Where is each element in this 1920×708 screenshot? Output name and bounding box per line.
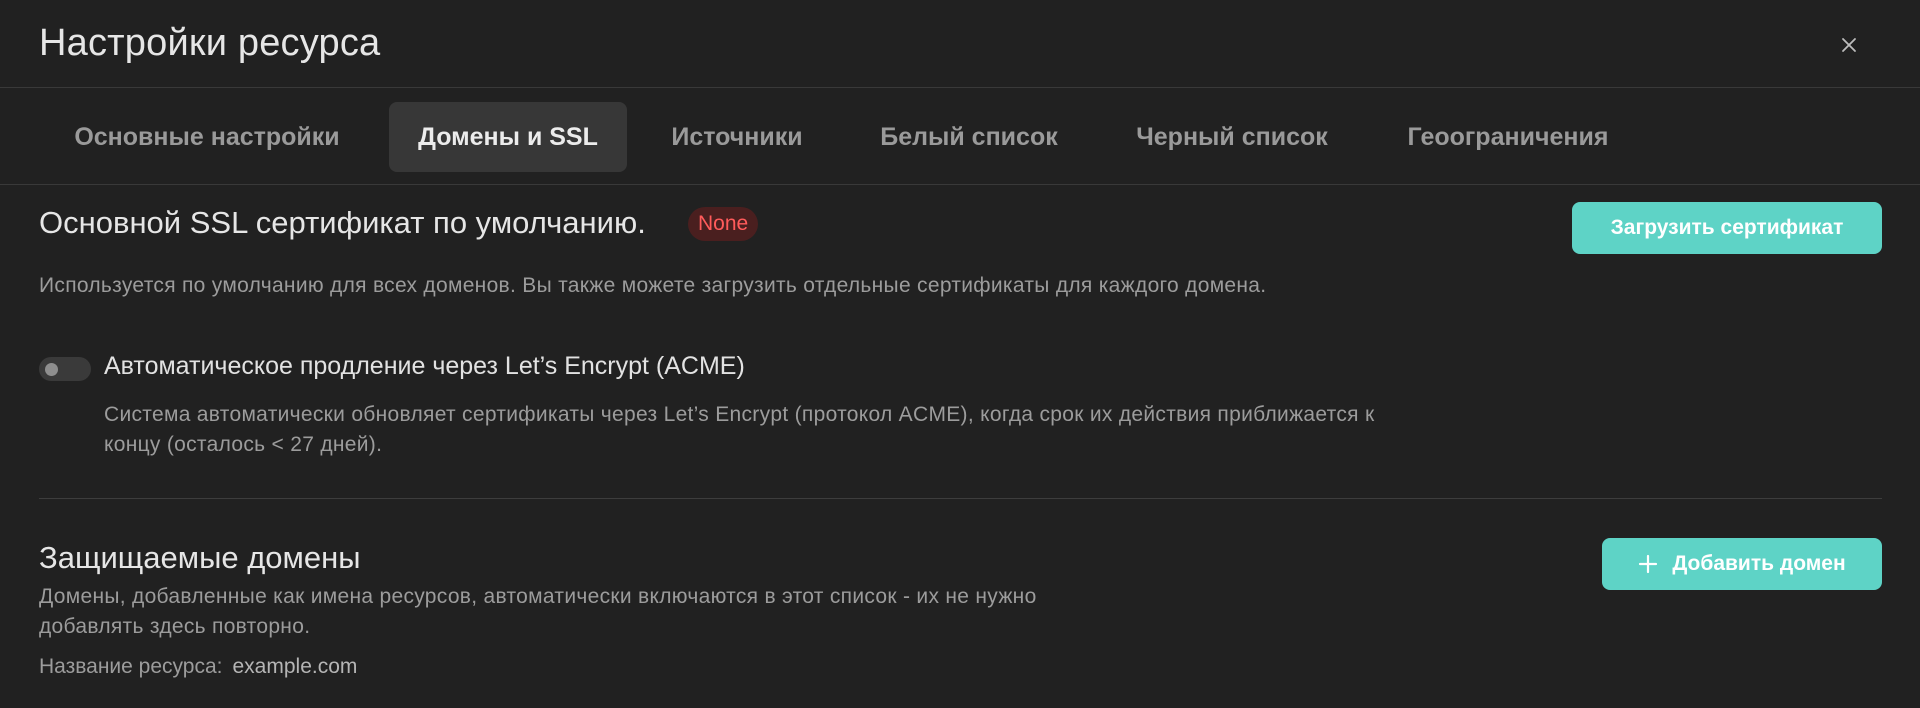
dialog-header: Настройки ресурса: [0, 0, 1920, 88]
tab-geo-restrictions[interactable]: Геоограничения: [1388, 102, 1628, 172]
tab-general-settings[interactable]: Основные настройки: [45, 102, 369, 172]
tab-whitelist[interactable]: Белый список: [864, 102, 1074, 172]
resource-name-value: example.com: [232, 655, 358, 678]
ssl-section-title: Основной SSL сертификат по умолчанию.: [39, 205, 646, 240]
tab-domains-ssl[interactable]: Домены и SSL: [389, 102, 627, 172]
domains-description-line1: Домены, добавленные как имена ресурсов, …: [39, 585, 1037, 608]
acme-description-line2: концу (осталось < 27 дней).: [104, 433, 383, 456]
resource-name-row: Название ресурса: example.com: [39, 655, 357, 679]
tab-blacklist[interactable]: Черный список: [1116, 102, 1348, 172]
tab-sources[interactable]: Источники: [650, 102, 824, 172]
dialog-title: Настройки ресурса: [39, 22, 381, 64]
close-button[interactable]: [1832, 28, 1866, 62]
acme-description-line1: Система автоматически обновляет сертифик…: [104, 403, 1375, 426]
acme-toggle[interactable]: [39, 357, 91, 381]
domains-section-title: Защищаемые домены: [39, 540, 361, 575]
close-icon: [1842, 38, 1856, 52]
ssl-description: Используется по умолчанию для всех домен…: [39, 274, 1267, 297]
add-domain-button[interactable]: Добавить домен: [1602, 538, 1882, 590]
tab-bar: Основные настройки Домены и SSL Источник…: [0, 89, 1920, 185]
acme-toggle-label: Автоматическое продление через Let’s Enc…: [104, 352, 745, 380]
section-divider: [39, 498, 1882, 499]
upload-certificate-button[interactable]: Загрузить сертификат: [1572, 202, 1882, 254]
resource-name-label: Название ресурса:: [39, 655, 223, 678]
toggle-knob: [45, 363, 58, 376]
status-badge: None: [688, 207, 759, 241]
domains-description-line2: добавлять здесь повторно.: [39, 615, 311, 638]
add-domain-label: Добавить домен: [1672, 552, 1846, 575]
plus-icon: [1639, 554, 1658, 574]
